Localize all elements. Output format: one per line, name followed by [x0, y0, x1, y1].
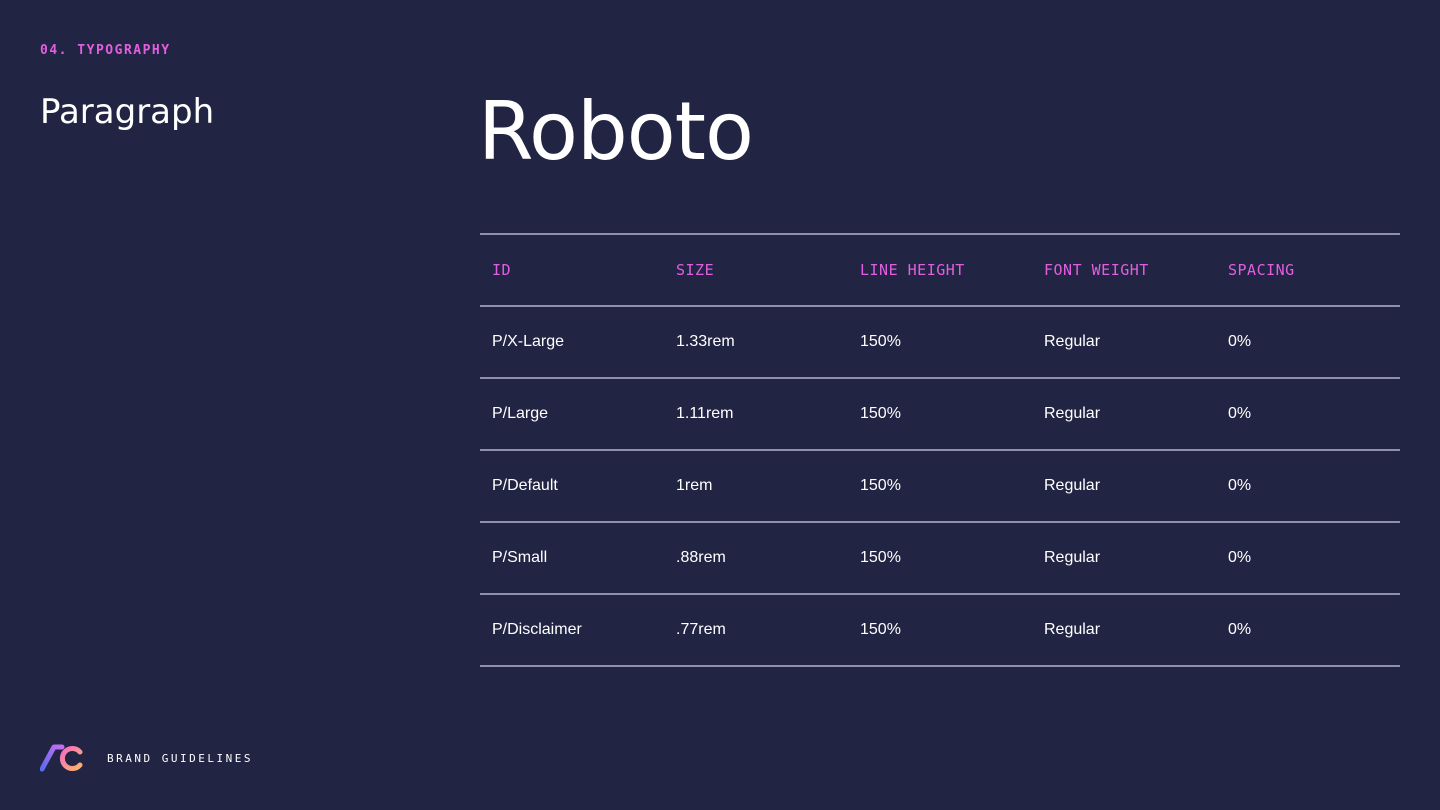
cell-size: 1.33rem: [676, 333, 735, 350]
ac-logo-icon: [40, 744, 83, 772]
cell-line-height: 150%: [860, 621, 901, 638]
font-name-title: Roboto: [478, 85, 754, 178]
cell-spacing: 0%: [1228, 621, 1252, 638]
brand-guidelines-label: BRAND GUIDELINES: [107, 751, 253, 765]
cell-font-weight: Regular: [1044, 333, 1101, 350]
column-header-spacing: SPACING: [1228, 261, 1295, 279]
page-subtitle: Paragraph: [40, 92, 215, 132]
typography-spec-table: ID SIZE LINE HEIGHT FONT WEIGHT SPACING …: [480, 233, 1400, 667]
cell-font-weight: Regular: [1044, 549, 1101, 566]
section-label: 04. TYPOGRAPHY: [40, 43, 171, 58]
cell-spacing: 0%: [1228, 333, 1252, 350]
column-header-id: ID: [492, 261, 512, 279]
cell-size: 1rem: [676, 477, 713, 494]
cell-size: .88rem: [676, 549, 726, 566]
cell-id: P/X-Large: [492, 333, 565, 350]
cell-id: P/Small: [492, 549, 548, 566]
cell-font-weight: Regular: [1044, 405, 1101, 422]
cell-id: P/Disclaimer: [492, 621, 582, 638]
column-header-line-height: LINE HEIGHT: [860, 261, 965, 279]
cell-font-weight: Regular: [1044, 621, 1101, 638]
cell-spacing: 0%: [1228, 549, 1252, 566]
cell-size: 1.11rem: [676, 405, 734, 422]
table-row: P/Disclaimer .77rem 150% Regular 0%: [480, 595, 1400, 667]
cell-line-height: 150%: [860, 477, 901, 494]
cell-spacing: 0%: [1228, 405, 1252, 422]
cell-size: .77rem: [676, 621, 726, 638]
cell-spacing: 0%: [1228, 477, 1252, 494]
cell-id: P/Large: [492, 405, 549, 422]
table-header-row: ID SIZE LINE HEIGHT FONT WEIGHT SPACING: [480, 235, 1400, 307]
table-row: P/X-Large 1.33rem 150% Regular 0%: [480, 307, 1400, 379]
column-header-size: SIZE: [676, 261, 715, 279]
table-row: P/Large 1.11rem 150% Regular 0%: [480, 379, 1400, 451]
cell-line-height: 150%: [860, 405, 901, 422]
cell-line-height: 150%: [860, 333, 901, 350]
column-header-font-weight: FONT WEIGHT: [1044, 261, 1149, 279]
table-row: P/Default 1rem 150% Regular 0%: [480, 451, 1400, 523]
cell-id: P/Default: [492, 477, 558, 494]
table-row: P/Small .88rem 150% Regular 0%: [480, 523, 1400, 595]
cell-font-weight: Regular: [1044, 477, 1101, 494]
footer: BRAND GUIDELINES: [40, 744, 253, 772]
cell-line-height: 150%: [860, 549, 901, 566]
